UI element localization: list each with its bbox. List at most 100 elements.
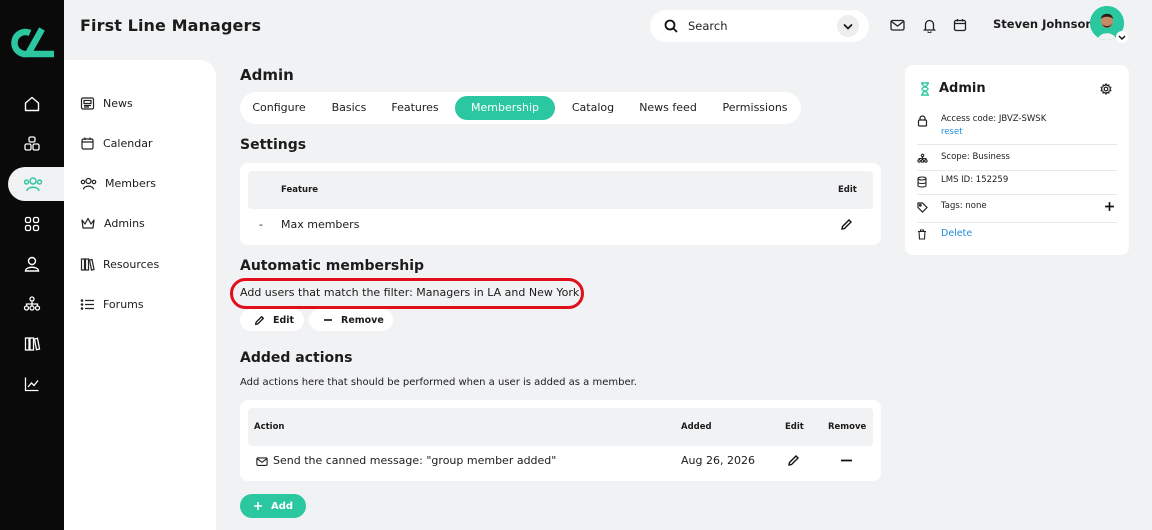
section-title-settings: Settings <box>240 137 307 153</box>
highlight-annotation <box>230 278 584 309</box>
table-header: Feature Edit <box>248 171 873 209</box>
library-icon[interactable] <box>21 333 43 355</box>
mail-icon <box>256 456 268 467</box>
crown-icon <box>80 216 96 231</box>
tab-membership[interactable]: Membership <box>455 96 555 120</box>
plus-icon[interactable] <box>1104 201 1115 212</box>
org-chart-icon <box>917 153 931 164</box>
app-rail <box>0 0 80 530</box>
nav-item-admins[interactable]: Admins <box>80 213 145 233</box>
newspaper-icon <box>80 96 95 111</box>
column-header-edit: Edit <box>785 422 804 432</box>
mail-icon[interactable] <box>890 18 905 32</box>
divider <box>917 194 1117 195</box>
members-icon <box>80 176 97 191</box>
nav-item-label: Forums <box>103 297 144 311</box>
apps-icon[interactable] <box>21 213 43 235</box>
pencil-icon[interactable] <box>787 454 800 467</box>
section-title-actions: Added actions <box>240 350 353 366</box>
info-row-access-code: Access code: JBVZ-SWSK reset <box>917 114 1117 137</box>
row-bullet: - <box>259 218 263 231</box>
section-title-automatic: Automatic membership <box>240 258 425 274</box>
tag-icon <box>917 202 931 213</box>
column-header-action: Action <box>254 422 285 432</box>
column-header-added: Added <box>681 422 712 432</box>
info-card-title: Admin <box>939 81 986 96</box>
edit-button-label: Edit <box>273 314 295 326</box>
reset-link[interactable]: reset <box>941 127 963 137</box>
admin-info-card: Admin Access code: JBVZ-SWSK reset Scope… <box>905 65 1129 255</box>
action-text: Send the canned message: "group member a… <box>273 454 557 467</box>
hourglass-icon <box>919 82 931 96</box>
user-name[interactable]: Steven Johnson <box>993 17 1094 31</box>
admin-tabs: Configure Basics Features Membership Cat… <box>240 92 801 124</box>
divider <box>917 170 1117 171</box>
settings-table: Feature Edit - Max members <box>240 163 881 245</box>
tags-value: Tags: none <box>941 201 987 211</box>
tab-news-feed[interactable]: News feed <box>630 96 706 120</box>
edit-button[interactable]: Edit <box>240 309 304 331</box>
remove-button-label: Remove <box>341 314 384 326</box>
calendar-icon[interactable] <box>953 18 967 32</box>
avatar-chevron-icon[interactable] <box>1116 31 1128 43</box>
divider <box>917 144 1117 145</box>
tab-configure[interactable]: Configure <box>244 96 314 120</box>
tab-permissions[interactable]: Permissions <box>712 96 798 120</box>
scope-value: Scope: Business <box>941 152 1010 162</box>
plus-icon <box>253 501 263 511</box>
nav-item-label: Resources <box>103 257 160 271</box>
chevron-down-icon[interactable] <box>837 15 859 37</box>
info-row-scope: Scope: Business <box>917 152 1117 164</box>
column-header-edit: Edit <box>838 185 857 195</box>
add-button[interactable]: Add <box>240 494 306 518</box>
minus-icon <box>323 315 333 325</box>
app-logo[interactable] <box>8 26 56 60</box>
database-icon <box>917 176 931 188</box>
books-icon <box>80 257 95 272</box>
feature-name: Max members <box>281 218 360 231</box>
analytics-icon[interactable] <box>21 373 43 395</box>
nav-item-label: News <box>103 96 133 110</box>
org-chart-icon[interactable] <box>21 293 43 315</box>
nav-item-resources[interactable]: Resources <box>80 254 159 274</box>
nav-item-news[interactable]: News <box>80 93 133 113</box>
nav-item-members[interactable]: Members <box>80 173 156 193</box>
actions-table: Action Added Edit Remove Send the canned… <box>240 400 881 481</box>
add-button-label: Add <box>270 500 294 512</box>
trash-icon <box>917 229 931 240</box>
page-title: First Line Managers <box>80 16 262 35</box>
lock-icon <box>917 115 931 127</box>
remove-button[interactable]: Remove <box>309 309 393 331</box>
action-added-date: Aug 26, 2026 <box>681 454 755 467</box>
home-icon[interactable] <box>21 93 43 115</box>
info-row-delete: Delete <box>917 228 1117 240</box>
search-placeholder: Search <box>688 19 728 33</box>
list-icon <box>80 297 95 312</box>
tab-basics[interactable]: Basics <box>320 96 378 120</box>
lms-id-value: LMS ID: 152259 <box>941 175 1009 185</box>
pencil-icon[interactable] <box>840 218 853 231</box>
gear-icon[interactable] <box>1100 83 1112 95</box>
tab-catalog[interactable]: Catalog <box>562 96 624 120</box>
minus-icon[interactable] <box>841 455 852 466</box>
nav-item-calendar[interactable]: Calendar <box>80 133 152 153</box>
access-code: Access code: JBVZ-SWSK <box>941 114 1047 124</box>
section-title-admin: Admin <box>240 66 294 84</box>
search-icon <box>664 19 678 33</box>
nav-item-label: Calendar <box>103 136 153 150</box>
tab-features[interactable]: Features <box>382 96 448 120</box>
divider <box>917 222 1117 223</box>
bell-icon[interactable] <box>922 18 937 33</box>
column-header-remove: Remove <box>828 422 867 432</box>
user-icon[interactable] <box>21 253 43 275</box>
nav-item-label: Admins <box>104 216 145 230</box>
column-header-feature: Feature <box>281 185 319 195</box>
members-icon <box>23 175 43 193</box>
nav-item-forums[interactable]: Forums <box>80 294 144 314</box>
groups-icon[interactable] <box>21 133 43 155</box>
delete-link[interactable]: Delete <box>941 228 972 239</box>
pencil-icon <box>254 315 265 326</box>
nav-item-label: Members <box>105 176 156 190</box>
calendar-icon <box>80 136 95 151</box>
search-input[interactable]: Search <box>650 10 869 42</box>
